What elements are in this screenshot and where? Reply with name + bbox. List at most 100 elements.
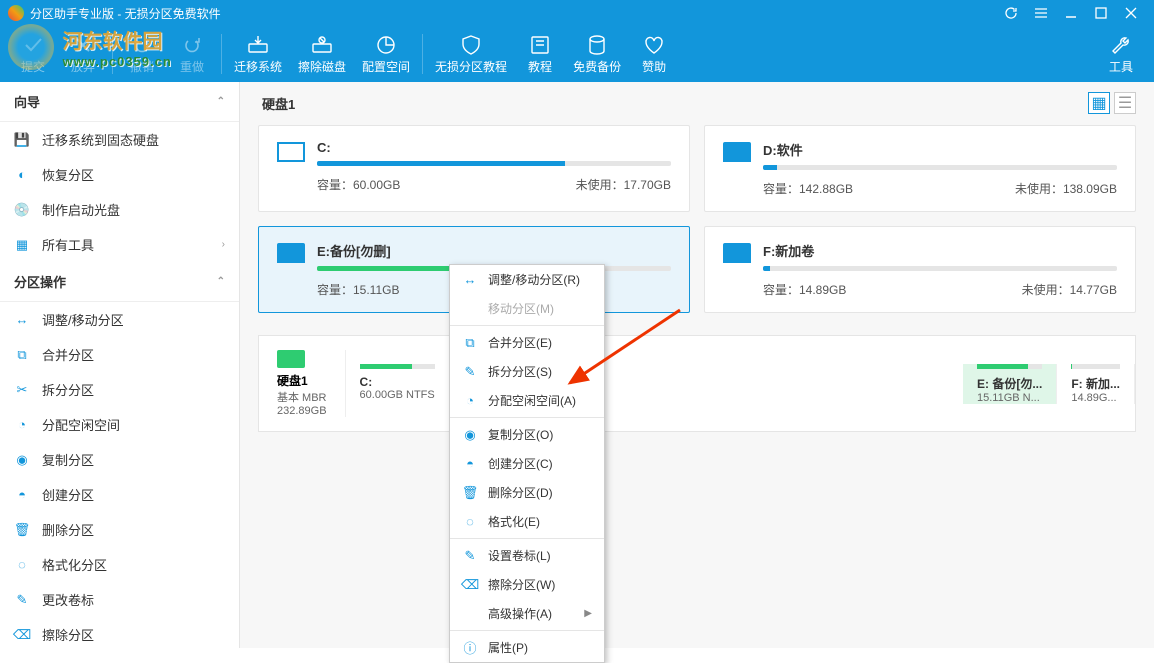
context-menu-item[interactable]: 高级操作(A) ▶ <box>450 599 604 628</box>
ops-item[interactable]: 🗑删除分区 <box>0 512 239 547</box>
partition-name: F:新加卷 <box>763 241 1117 260</box>
collapse-icon: ⌃ <box>217 276 225 287</box>
minimize-icon[interactable] <box>1056 0 1086 26</box>
wizard-item[interactable]: 💿制作启动光盘 <box>0 192 239 227</box>
redo-button[interactable]: 重做 <box>167 26 217 82</box>
content-area: ▦ ☰ 硬盘1 C: 容量：60.00GB未使用：17.70GB D:软件 容量… <box>240 82 1154 648</box>
menu-item-icon: 🗑 <box>462 485 478 501</box>
ops-item[interactable]: ◓创建分区 <box>0 477 239 512</box>
menu-item-label: 分配空闲空间(A) <box>488 392 576 409</box>
x-icon <box>72 34 94 56</box>
ops-section-title[interactable]: 分区操作⌃ <box>0 262 239 302</box>
wizard-section-title[interactable]: 向导⌃ <box>0 82 239 122</box>
context-menu-item[interactable]: ◓创建分区(C) <box>450 449 604 478</box>
close-icon[interactable] <box>1116 0 1146 26</box>
context-menu: ↔调整/移动分区(R)移动分区(M) ⧉ 合并分区(E) ✎拆分分区(S)◔分配空闲空… <box>449 264 605 663</box>
context-menu-item[interactable]: ↔调整/移动分区(R) <box>450 265 604 294</box>
free-label: 未使用：138.09GB <box>1015 180 1117 197</box>
menu-icon[interactable] <box>1026 0 1056 26</box>
disk-slot[interactable]: C:60.00GB NTFS <box>346 364 450 404</box>
context-menu-item[interactable]: ◔分配空闲空间(A) <box>450 386 604 415</box>
ops-item[interactable]: ✎ 更改卷标 <box>0 582 239 617</box>
erase-button[interactable]: 擦除磁盘 <box>290 26 354 82</box>
backup-button[interactable]: 免费备份 <box>565 26 629 82</box>
side-icon: 🗑 <box>14 522 30 538</box>
undo-button[interactable]: 撤销 <box>117 26 167 82</box>
drive-arrow-icon <box>247 34 269 56</box>
guide-button[interactable]: 教程 <box>515 26 565 82</box>
tools-button[interactable]: 工具 <box>1096 26 1146 82</box>
sidebar-item-label: 调整/移动分区 <box>42 310 124 329</box>
disk-slot[interactable]: E: 备份[勿...15.11GB N... <box>963 364 1057 404</box>
context-menu-item[interactable]: ✎设置卷标(L) <box>450 541 604 570</box>
sidebar-item-label: 拆分分区 <box>42 380 94 399</box>
context-menu-item[interactable]: ◌格式化(E) <box>450 507 604 536</box>
database-icon <box>586 34 608 56</box>
donate-button[interactable]: 赞助 <box>629 26 679 82</box>
wizard-item[interactable]: ▦所有工具› <box>0 227 239 262</box>
ops-item[interactable]: ◌格式化分区 <box>0 547 239 582</box>
tutorial-button[interactable]: 无损分区教程 <box>427 26 515 82</box>
partition-card[interactable]: D:软件 容量：142.88GB未使用：138.09GB <box>704 125 1136 212</box>
drive-icon <box>723 142 751 162</box>
grid-view-button[interactable]: ▦ <box>1088 92 1110 114</box>
migrate-button[interactable]: 迁移系统 <box>226 26 290 82</box>
context-menu-item[interactable]: ⌫擦除分区(W) <box>450 570 604 599</box>
menu-item-label: 删除分区(D) <box>488 484 553 501</box>
menu-item-label: 创建分区(C) <box>488 455 553 472</box>
context-menu-item[interactable]: ◉复制分区(O) <box>450 420 604 449</box>
list-view-button[interactable]: ☰ <box>1114 92 1136 114</box>
partition-card[interactable]: F:新加卷 容量：14.89GB未使用：14.77GB <box>704 226 1136 313</box>
capacity-label: 容量：15.11GB <box>317 281 399 298</box>
disk-slot[interactable]: F: 新加...14.89G... <box>1057 364 1135 404</box>
disk-summary: 硬盘1 基本 MBR 232.89GB C:60.00GB NTFS件3GB N… <box>258 335 1136 432</box>
ops-item[interactable]: ✂ 拆分分区 <box>0 372 239 407</box>
maximize-icon[interactable] <box>1086 0 1116 26</box>
menu-item-label: 合并分区(E) <box>488 334 552 351</box>
sidebar-item-label: 更改卷标 <box>42 590 94 609</box>
alloc-button[interactable]: 配置空间 <box>354 26 418 82</box>
side-icon: ◔ <box>14 417 30 433</box>
side-icon: ◉ <box>14 452 30 468</box>
partition-card[interactable]: C: 容量：60.00GB未使用：17.70GB <box>258 125 690 212</box>
wrench-icon <box>1110 34 1132 56</box>
menu-item-icon: ↔ <box>462 272 478 288</box>
wizard-item[interactable]: 💾迁移系统到固态硬盘 <box>0 122 239 157</box>
discard-button[interactable]: 放弃 <box>58 26 108 82</box>
context-menu-item[interactable]: ✎拆分分区(S) <box>450 357 604 386</box>
ops-item[interactable]: ⧉合并分区 <box>0 337 239 372</box>
commit-button[interactable]: 提交 <box>8 26 58 82</box>
drive-icon <box>723 243 751 263</box>
partition-grid: C: 容量：60.00GB未使用：17.70GB D:软件 容量：142.88G… <box>258 125 1136 313</box>
sidebar: 向导⌃ 💾迁移系统到固态硬盘◐恢复分区💿制作启动光盘▦所有工具› 分区操作⌃ ↔… <box>0 82 240 648</box>
disk-summary-header: 硬盘1 基本 MBR 232.89GB <box>259 350 346 417</box>
sidebar-item-label: 创建分区 <box>42 485 94 504</box>
sidebar-item-label: 合并分区 <box>42 345 94 364</box>
menu-item-label: 设置卷标(L) <box>488 547 551 564</box>
menu-item-icon: ⌫ <box>462 577 478 593</box>
sidebar-item-label: 恢复分区 <box>42 165 94 184</box>
side-icon: ✂ <box>14 382 30 398</box>
ops-item[interactable]: ◔分配空闲空间 <box>0 407 239 442</box>
wizard-item[interactable]: ◐恢复分区 <box>0 157 239 192</box>
check-icon <box>22 34 44 56</box>
ops-item[interactable]: ↔调整/移动分区 <box>0 302 239 337</box>
ops-item[interactable]: ◉复制分区 <box>0 442 239 477</box>
side-icon: ✎ <box>14 592 30 608</box>
sidebar-item-label: 所有工具 <box>42 235 94 254</box>
context-menu-item[interactable]: ⧉ 合并分区(E) <box>450 328 604 357</box>
submenu-arrow-icon: ▶ <box>584 608 592 619</box>
partition-name: C: <box>317 140 671 155</box>
collapse-icon: ⌃ <box>217 96 225 107</box>
context-menu-item: 移动分区(M) <box>450 294 604 323</box>
ops-item[interactable]: ⌫擦除分区 <box>0 617 239 648</box>
capacity-label: 容量：142.88GB <box>763 180 853 197</box>
side-icon: 💾 <box>14 132 30 148</box>
disk-icon <box>277 350 305 368</box>
menu-item-label: 高级操作(A) <box>488 605 552 622</box>
context-menu-item[interactable]: 🗑 删除分区(D) <box>450 478 604 507</box>
free-label: 未使用：14.77GB <box>1022 281 1117 298</box>
erase-icon <box>311 34 333 56</box>
refresh-icon[interactable] <box>996 0 1026 26</box>
menu-item-icon: ⧉ <box>462 335 478 351</box>
